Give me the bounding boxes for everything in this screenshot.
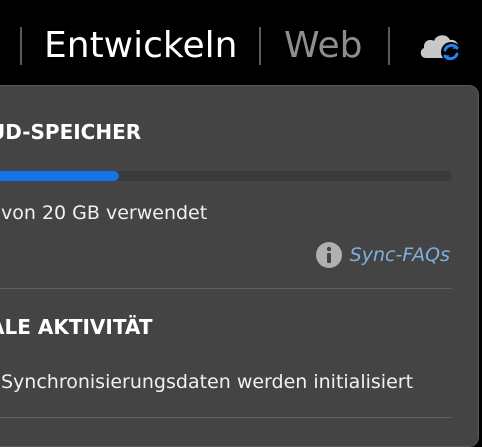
top-navigation-bar: Entwickeln Web — [0, 0, 482, 90]
tab-entwickeln[interactable]: Entwickeln — [44, 22, 237, 70]
tab-divider — [388, 27, 390, 65]
info-icon — [315, 242, 342, 268]
activity-heading: ALE AKTIVITÄT — [0, 315, 153, 339]
section-divider — [0, 288, 452, 289]
tab-divider — [259, 27, 261, 65]
activity-status-text: Synchronisierungsdaten werden initialisi… — [1, 371, 414, 393]
tab-divider — [20, 27, 22, 65]
storage-progress-bar — [0, 171, 452, 181]
sync-faq-row[interactable]: Sync-FAQs — [315, 241, 450, 269]
storage-usage-text: von 20 GB verwendet — [1, 202, 208, 224]
tab-web[interactable]: Web — [284, 22, 363, 70]
section-divider — [0, 417, 452, 418]
sync-faq-link[interactable]: Sync-FAQs — [350, 242, 450, 268]
storage-progress-fill — [0, 171, 119, 181]
cloud-sync-icon[interactable] — [418, 28, 464, 64]
sync-status-panel: UD-SPEICHER von 20 GB verwendet Sync-FAQ… — [0, 85, 479, 447]
cloud-storage-heading: UD-SPEICHER — [0, 120, 142, 144]
